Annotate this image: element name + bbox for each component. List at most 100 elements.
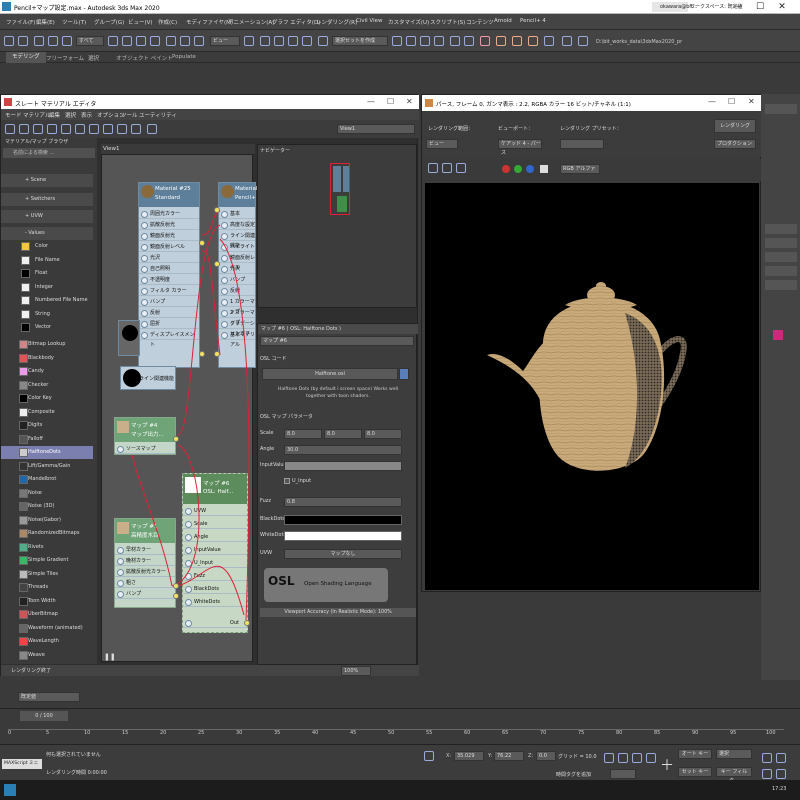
tab-selection[interactable]: 選択: [88, 54, 99, 62]
menu-tools[interactable]: ツール(T): [62, 18, 86, 26]
green-channel-icon[interactable]: [514, 165, 522, 173]
port[interactable]: 粗さ: [115, 578, 175, 588]
browser-item-file-name[interactable]: File Name: [1, 254, 93, 267]
view-tab[interactable]: View1: [101, 144, 255, 154]
snap-icon[interactable]: [260, 36, 270, 46]
select-by-name-icon[interactable]: [122, 36, 132, 46]
port[interactable]: バンプ: [139, 297, 199, 307]
scale-icon[interactable]: [194, 36, 204, 46]
browser-map-color-key[interactable]: Color Key: [1, 392, 93, 405]
browser-map-wavelength[interactable]: WaveLength: [1, 635, 93, 648]
browser-map-mandelbrot[interactable]: Mandelbrot: [1, 473, 93, 486]
viewport-area[interactable]: [100, 676, 761, 696]
clone-window-icon[interactable]: [456, 163, 466, 173]
render-area-dropdown[interactable]: ビュー: [426, 139, 458, 149]
browser-item-numbered-file-name[interactable]: Numbered File Name: [1, 294, 93, 307]
input-port-dot[interactable]: [173, 593, 179, 599]
menu-file[interactable]: ファイル(F): [6, 18, 35, 26]
material-id-icon[interactable]: [117, 124, 127, 134]
browser-item-string[interactable]: String: [1, 308, 93, 321]
maximize-viewport-icon[interactable]: [776, 769, 786, 779]
slate-menu-tools[interactable]: ツール: [121, 111, 138, 119]
render-setup-icon[interactable]: [496, 36, 506, 46]
port[interactable]: 光沢: [219, 264, 255, 274]
orbit-icon[interactable]: [762, 769, 772, 779]
inputvalue-field[interactable]: [284, 461, 402, 471]
port[interactable]: InputValue: [183, 545, 247, 555]
view-dropdown[interactable]: View1: [337, 124, 415, 134]
output-port-dot[interactable]: [244, 620, 250, 626]
panel-button[interactable]: [765, 224, 797, 234]
save-image-icon[interactable]: [428, 163, 438, 173]
panel-button[interactable]: [765, 266, 797, 276]
port[interactable]: ハイライト: [219, 242, 255, 252]
browser-map-digits[interactable]: Digits: [1, 419, 93, 432]
menu-arnold[interactable]: Arnold: [494, 18, 512, 24]
project-icon[interactable]: [578, 36, 588, 46]
port[interactable]: Fuzz: [183, 571, 247, 581]
node-material-pencil[interactable]: Material Pencil+ 基本 高度な設定 ライン関連機能 ハイライト …: [218, 182, 257, 368]
port[interactable]: 不透明度: [139, 275, 199, 285]
port[interactable]: 高度な設定: [219, 220, 255, 230]
tab-freeform[interactable]: フリーフォーム: [46, 54, 84, 62]
show-background-icon[interactable]: [75, 124, 85, 134]
reference-coordinate-dropdown[interactable]: ビュー: [210, 36, 240, 46]
menu-create[interactable]: 作成(C): [158, 18, 177, 26]
rollout-osl-code[interactable]: OSL コード: [260, 354, 416, 365]
menu-modifiers[interactable]: モディファイヤ(M): [186, 18, 233, 26]
bind-icon[interactable]: [62, 36, 72, 46]
browser-map-checker[interactable]: Checker: [1, 379, 93, 392]
schematic-view-icon[interactable]: [464, 36, 474, 46]
zoom-dropdown[interactable]: 100%: [341, 666, 371, 676]
y-coordinate-field[interactable]: 76.22: [494, 751, 524, 761]
pan-icon[interactable]: [776, 753, 786, 763]
menu-rendering[interactable]: レンダリング(R): [316, 18, 357, 26]
port[interactable]: ライン関連機能: [219, 231, 255, 249]
x-coordinate-field[interactable]: 35.029: [454, 751, 484, 761]
menu-civil-view[interactable]: Civil View: [356, 18, 382, 24]
move-icon[interactable]: [166, 36, 176, 46]
link-icon[interactable]: [34, 36, 44, 46]
time-slider[interactable]: 0 / 100: [20, 711, 68, 721]
node-material-25[interactable]: Material #25 Standard 周囲光カラー 拡散反射光 鏡面反射光…: [138, 182, 200, 368]
preset-dropdown[interactable]: [560, 139, 604, 149]
node-preview-a[interactable]: [118, 320, 140, 356]
copy-image-icon[interactable]: [442, 163, 452, 173]
browser-map-threads[interactable]: Threads: [1, 581, 93, 594]
tab-object-paint[interactable]: オブジェクト ペイント: [116, 54, 173, 62]
uvw-map-button[interactable]: マップなし: [284, 549, 402, 559]
z-coordinate-field[interactable]: 0.0: [536, 751, 556, 761]
output-port-dot[interactable]: [199, 240, 205, 246]
node-map-6[interactable]: マップ #6 OSL: Half... UVW Scale Angle Inpu…: [182, 473, 248, 633]
menu-group[interactable]: グループ(G): [94, 18, 124, 26]
browser-search-input[interactable]: 名前による検索 ...: [3, 148, 95, 158]
input-port-dot[interactable]: [214, 261, 220, 267]
user-account[interactable]: okawara@bit...: [652, 2, 698, 12]
browser-item-vector[interactable]: Vector: [1, 321, 93, 334]
port[interactable]: 拡散反射光カラー: [115, 567, 175, 577]
browser-map-uberbitmap[interactable]: UberBitmap: [1, 608, 93, 621]
pick-material-icon[interactable]: [5, 124, 15, 134]
percent-snap-icon[interactable]: [288, 36, 298, 46]
undo-icon[interactable]: [4, 36, 14, 46]
node-map-4[interactable]: マップ #4 マップ出力... ソースマップ: [114, 417, 176, 455]
browser-map-falloff[interactable]: Falloff: [1, 433, 93, 446]
browser-item-integer[interactable]: Integer: [1, 281, 93, 294]
slate-menu-select[interactable]: 選択: [65, 111, 76, 119]
port[interactable]: 反射: [139, 308, 199, 318]
pause-icon[interactable]: ❚❚: [104, 653, 116, 661]
node-line-func[interactable]: ライン関連機能: [120, 366, 176, 390]
unlink-icon[interactable]: [48, 36, 58, 46]
browser-map-composite[interactable]: Composite: [1, 406, 93, 419]
menu-customize[interactable]: カスタマイズ(U): [388, 18, 429, 26]
channel-dropdown[interactable]: RGB アルファ: [560, 164, 600, 174]
browser-map-simple-tiles[interactable]: Simple Tiles: [1, 568, 93, 581]
selection-filter-dropdown[interactable]: すべて: [76, 36, 104, 46]
port[interactable]: WhiteDots: [183, 597, 247, 607]
browser-map-simple-gradient[interactable]: Simple Gradient: [1, 554, 93, 567]
project-folder-icon[interactable]: [562, 36, 572, 46]
timeline-track[interactable]: 0 5 10 15 20 25 30 35 40 45 50 55 60 65 …: [8, 729, 784, 743]
port[interactable]: ディスプレイスメント: [139, 330, 199, 348]
port[interactable]: BlackDots: [183, 584, 247, 594]
scale-y-field[interactable]: 8.0: [324, 429, 362, 439]
